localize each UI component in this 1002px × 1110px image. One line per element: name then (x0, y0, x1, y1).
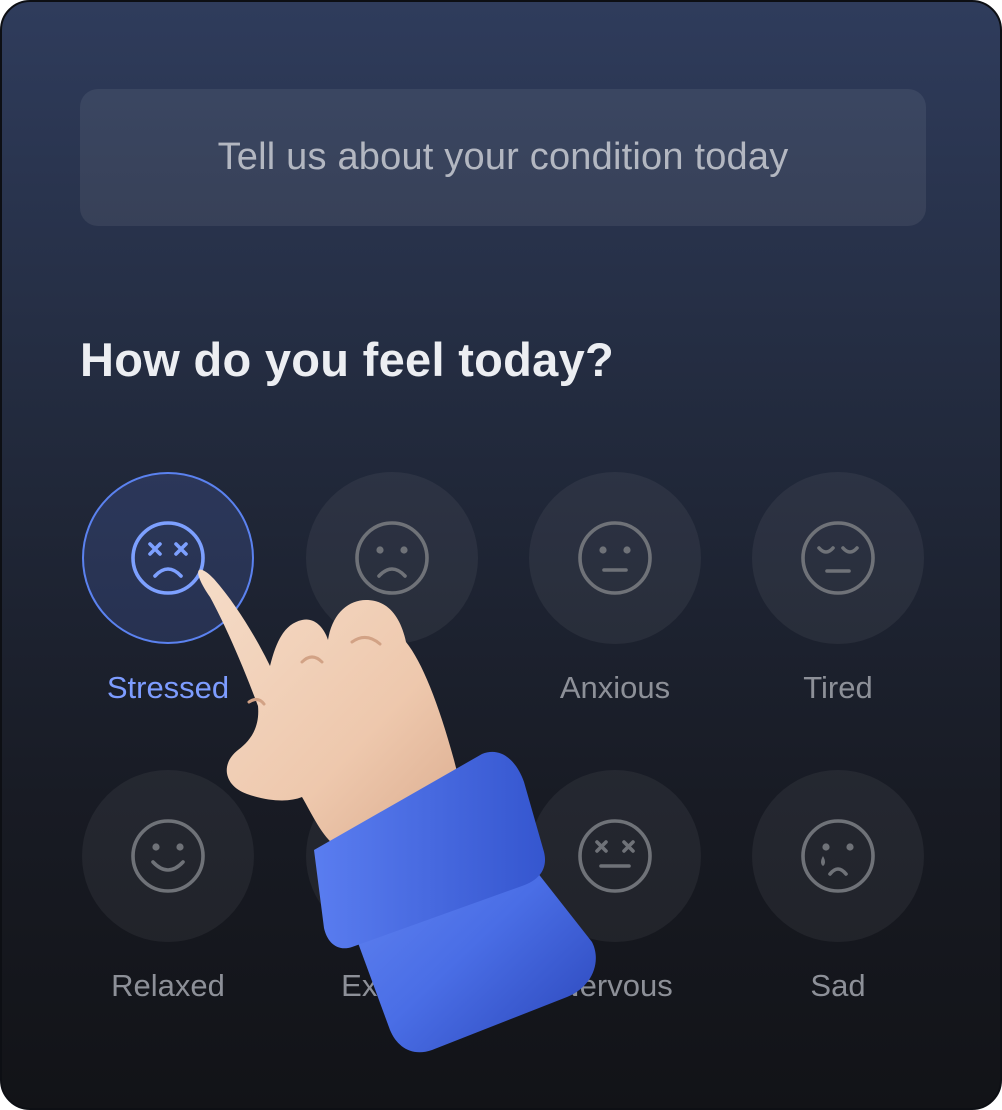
mood-label: Stressed (106, 670, 230, 705)
mood-option-tired[interactable]: Tired (752, 472, 924, 722)
mood-circle (529, 770, 701, 942)
condition-prompt-text: Tell us about your condition today (217, 136, 789, 178)
mood-option-excited[interactable]: Excited (306, 770, 478, 1020)
mood-option-anxious[interactable]: Anxious (529, 472, 701, 722)
mood-option-sad-2[interactable]: Sad (752, 770, 924, 1020)
neutral-face-icon (578, 521, 652, 595)
mood-label: Sad (364, 670, 420, 705)
mood-label: Relaxed (111, 968, 225, 1003)
sleepy-face-icon (801, 521, 875, 595)
smile-face-icon (131, 819, 205, 893)
mood-label: Sad (810, 968, 866, 1003)
crying-face-icon (801, 819, 875, 893)
mood-label: Tired (803, 670, 873, 705)
mood-circle (82, 472, 254, 644)
mood-circle (82, 770, 254, 942)
mood-label: Excited (341, 968, 443, 1003)
mood-circle (752, 472, 924, 644)
condition-prompt-field[interactable]: Tell us about your condition today (80, 89, 926, 226)
mood-option-relaxed[interactable]: Relaxed (82, 770, 254, 1020)
mood-circle (306, 770, 478, 942)
mood-label: Anxious (559, 670, 671, 705)
mood-circle (306, 472, 478, 644)
mood-label: Nervous (557, 968, 673, 1003)
mood-option-stressed[interactable]: Stressed (82, 472, 254, 722)
mood-option-nervous[interactable]: Nervous (529, 770, 701, 1020)
x-eyes-face-icon (578, 819, 652, 893)
dizzy-face-icon (131, 521, 205, 595)
frown-face-icon (355, 521, 429, 595)
mood-card: Tell us about your condition today How d… (0, 0, 1002, 1110)
mood-circle (529, 472, 701, 644)
grin-face-icon (355, 819, 429, 893)
mood-option-sad[interactable]: Sad (306, 472, 478, 722)
mood-circle (752, 770, 924, 942)
question-heading: How do you feel today? (80, 333, 615, 386)
